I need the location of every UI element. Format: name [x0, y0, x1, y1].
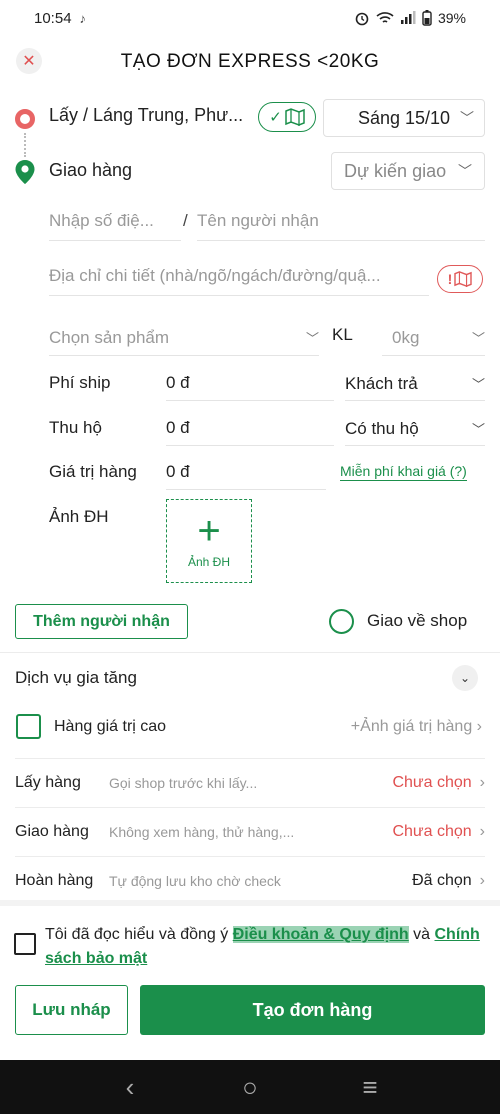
back-icon[interactable]: ‹: [110, 1072, 150, 1103]
save-draft-button[interactable]: Lưu nháp: [15, 985, 128, 1035]
ship-fee-value[interactable]: 0 đ: [166, 367, 334, 401]
photo-label: Ảnh ĐH: [49, 507, 109, 526]
address-input[interactable]: Địa chỉ chi tiết (nhà/ngõ/ngách/đường/qu…: [49, 266, 429, 296]
create-order-button[interactable]: Tạo đơn hàng: [140, 985, 485, 1035]
service-status: Chưa chọn: [392, 822, 472, 840]
high-value-photo-link[interactable]: +Ảnh giá trị hàng ›: [351, 718, 482, 736]
weight-value: 0kg: [392, 327, 420, 347]
ship-payer-select[interactable]: Khách trả ﹀: [345, 367, 485, 401]
cod-value-input[interactable]: 0 đ: [166, 412, 334, 446]
cod-option-select[interactable]: Có thu hộ ﹀: [345, 412, 485, 446]
add-recipient-button[interactable]: Thêm người nhận: [15, 604, 188, 639]
menu-icon[interactable]: ≡: [350, 1072, 390, 1103]
plus-icon: +: [197, 509, 221, 553]
page-title: TẠO ĐƠN EXPRESS <20KG: [120, 51, 380, 72]
signal-icon: [400, 11, 416, 24]
pickup-date-select[interactable]: Sáng 15/10 ﹀: [323, 99, 485, 137]
service-row-pickup[interactable]: Lấy hàng Gọi shop trước khi lấy... Chưa …: [15, 758, 485, 806]
free-declare-link[interactable]: Miễn phí khai giá (?): [340, 463, 467, 481]
map-icon: [285, 108, 305, 126]
pickup-address[interactable]: Lấy / Láng Trung, Phư...: [49, 105, 243, 126]
recipient-name-input[interactable]: Tên người nhận: [197, 211, 485, 241]
service-desc: Tự động lưu kho chờ check: [109, 872, 281, 889]
close-icon: ✕: [22, 53, 36, 70]
terms-prefix: Tôi đã đọc hiểu và đồng ý: [45, 926, 233, 943]
goods-value-label: Giá trị hàng: [49, 462, 137, 481]
terms-middle: và: [408, 926, 435, 943]
tiktok-icon: ♪: [79, 10, 87, 26]
check-icon: ✓: [269, 109, 282, 126]
home-icon[interactable]: ○: [230, 1072, 270, 1103]
service-row-return[interactable]: Hoàn hàng Tự động lưu kho chờ check Đã c…: [15, 856, 485, 904]
product-select[interactable]: Chọn sản phẩm ﹀: [49, 320, 319, 356]
service-row-delivery[interactable]: Giao hàng Không xem hàng, thử hàng,... C…: [15, 807, 485, 855]
return-to-shop-label: Giao về shop: [367, 611, 468, 630]
terms-link[interactable]: Điều khoản & Quy định: [232, 926, 409, 943]
service-name: Giao hàng: [15, 822, 89, 840]
high-value-label: Hàng giá trị cao: [54, 718, 167, 735]
service-desc: Gọi shop trước khi lấy...: [109, 774, 258, 791]
ship-payer-value: Khách trả: [345, 373, 418, 393]
header: ✕ TẠO ĐƠN EXPRESS <20KG: [0, 40, 500, 84]
add-photo-caption: Ảnh ĐH: [187, 555, 231, 569]
wifi-icon: [376, 12, 394, 23]
delivery-date-placeholder: Dự kiến giao: [344, 160, 447, 181]
service-name: Hoàn hàng: [15, 871, 94, 889]
section-divider: [0, 652, 500, 653]
chevron-down-icon: ﹀: [460, 110, 474, 126]
pickup-date-value: Sáng 15/10: [357, 107, 451, 128]
chevron-right-icon: ›: [479, 822, 485, 840]
product-placeholder: Chọn sản phẩm: [49, 327, 170, 347]
battery-percent: 39%: [437, 10, 466, 26]
chevron-right-icon: ›: [479, 871, 485, 889]
battery-icon: [422, 10, 432, 26]
warning-icon: !: [447, 271, 453, 287]
alarm-icon: [355, 12, 369, 26]
pickup-map-button[interactable]: ✓: [258, 102, 316, 132]
service-name: Lấy hàng: [15, 773, 81, 791]
high-value-checkbox[interactable]: [16, 714, 41, 739]
return-to-shop-radio[interactable]: [329, 609, 354, 634]
route-connector: [24, 133, 26, 157]
map-icon: [454, 271, 473, 287]
system-nav-bar: ‹ ○ ≡: [0, 1060, 500, 1114]
service-desc: Không xem hàng, thử hàng,...: [109, 823, 295, 840]
terms-text: Tôi đã đọc hiểu và đồng ý Điều khoản & Q…: [45, 923, 485, 971]
add-photo-button[interactable]: + Ảnh ĐH: [166, 499, 252, 583]
high-value-photo-text: +Ảnh giá trị hàng: [350, 718, 473, 735]
chevron-down-icon: ﹀: [305, 331, 319, 346]
weight-label: KL: [332, 325, 353, 344]
ship-fee-label: Phí ship: [49, 373, 111, 392]
close-button[interactable]: ✕: [16, 48, 42, 74]
chevron-right-icon: ›: [476, 718, 482, 735]
phone-input[interactable]: Nhập số điệ...: [49, 211, 181, 241]
delivery-date-select[interactable]: Dự kiến giao ﹀: [331, 152, 485, 190]
pickup-point-icon: [15, 109, 35, 129]
cod-label: Thu hộ: [49, 418, 102, 437]
service-status: Đã chọn: [412, 871, 472, 889]
status-icons: 39%: [354, 10, 466, 26]
chevron-down-icon: ﹀: [471, 377, 485, 392]
status-time: 10:54: [34, 9, 72, 27]
chevron-down-icon: ﹀: [471, 422, 485, 437]
double-chevron-icon: ⌄: [459, 671, 471, 685]
weight-select[interactable]: 0kg ﹀: [382, 320, 485, 356]
service-status: Chưa chọn: [392, 773, 472, 791]
field-separator: /: [183, 211, 188, 230]
services-title: Dịch vụ gia tăng: [15, 668, 137, 687]
chevron-right-icon: ›: [479, 773, 485, 791]
chevron-down-icon: ﹀: [458, 163, 472, 179]
terms-checkbox[interactable]: [14, 933, 36, 955]
goods-value-input[interactable]: 0 đ: [166, 456, 326, 490]
delivery-label: Giao hàng: [49, 160, 133, 180]
collapse-toggle[interactable]: ⌄: [452, 665, 478, 691]
chevron-down-icon: ﹀: [471, 331, 485, 346]
cod-option-value: Có thu hộ: [345, 418, 419, 438]
status-bar: 10:54 ♪ 39%: [0, 0, 500, 36]
address-map-button[interactable]: !: [437, 265, 483, 293]
delivery-pin-icon: [15, 160, 35, 184]
